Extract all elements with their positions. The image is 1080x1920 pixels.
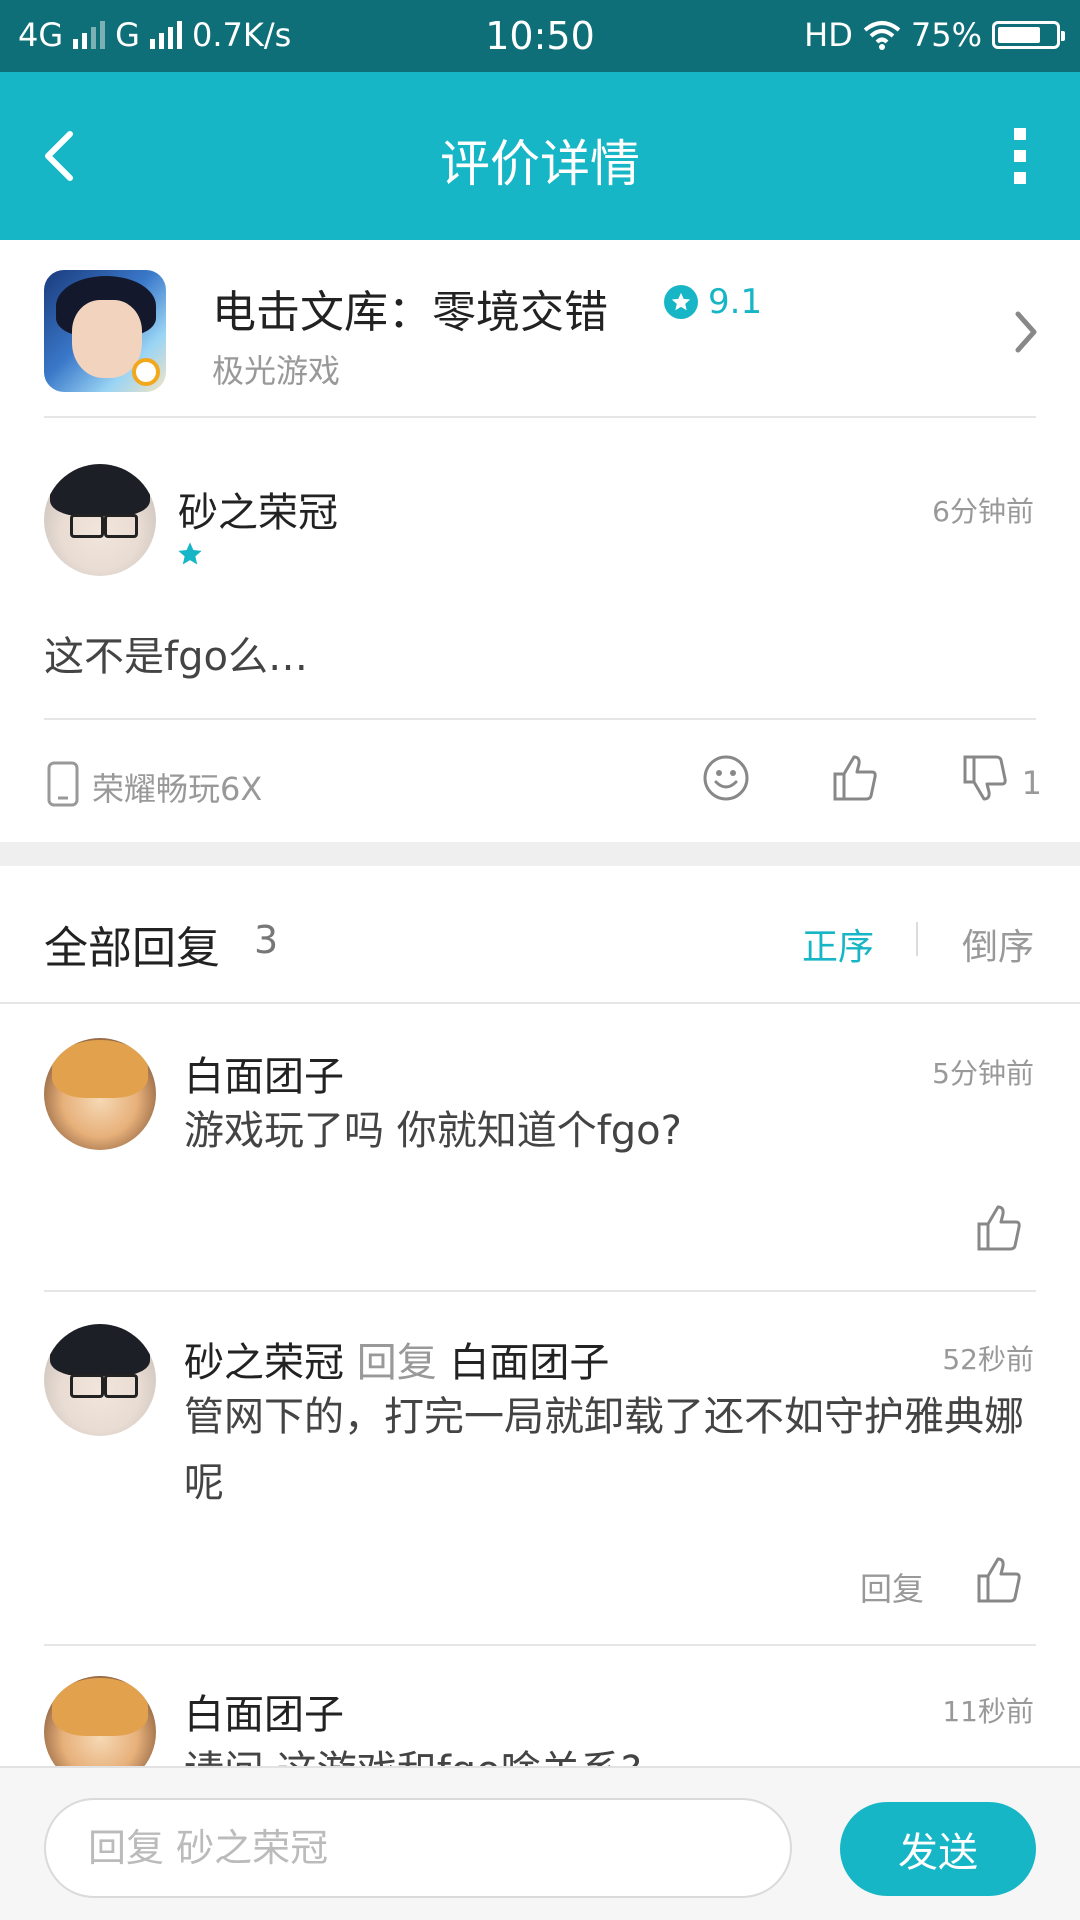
more-button[interactable] — [1008, 128, 1032, 184]
reply-time: 52秒前 — [942, 1343, 1034, 1376]
app-bar: 评价详情 — [0, 72, 1080, 240]
reply-author[interactable]: 砂之荣冠 — [184, 1340, 344, 1386]
review-time: 6分钟前 — [932, 495, 1034, 528]
battery-fill — [998, 27, 1040, 43]
avatar-hair — [50, 1324, 150, 1376]
review-body: 这不是fgo么… — [44, 634, 308, 680]
star-circle-icon — [664, 285, 698, 319]
review-author[interactable]: 砂之荣冠 — [178, 480, 338, 538]
reply-button[interactable]: 回复 — [860, 1564, 924, 1610]
thumbs-up-icon[interactable] — [832, 754, 878, 802]
battery-percent: 75% — [910, 16, 982, 54]
reply-time: 11秒前 — [942, 1695, 1034, 1728]
replies-title: 全部回复 — [44, 923, 220, 974]
hd-indicator: HD — [804, 16, 853, 54]
device-name: 荣耀畅玩6X — [92, 770, 263, 808]
phone-icon — [47, 761, 79, 807]
status-right: HD 75% — [804, 16, 1065, 54]
game-card[interactable]: 电击文库：零境交错 9.1 极光游戏 — [0, 240, 1080, 418]
game-score: 9.1 — [664, 282, 762, 322]
replies-header: 全部回复 3 正序 倒序 — [0, 866, 1080, 1002]
sort-descending-button[interactable]: 倒序 — [962, 918, 1034, 970]
sort-separator — [916, 922, 918, 956]
reply-author[interactable]: 白面团子 — [184, 1682, 344, 1740]
avatar[interactable] — [44, 1324, 156, 1436]
replies-count: 3 — [254, 918, 279, 962]
reply-time: 5分钟前 — [932, 1057, 1034, 1090]
page-title: 评价详情 — [440, 135, 640, 193]
avatar[interactable] — [44, 464, 156, 576]
section-gap — [0, 842, 1080, 866]
divider — [0, 1002, 1080, 1004]
reply-input[interactable] — [44, 1798, 792, 1898]
more-dot-icon — [1014, 128, 1026, 140]
glasses-icon — [70, 514, 104, 538]
reply-author[interactable]: 白面团子 — [184, 1044, 344, 1102]
reply-header: 砂之荣冠 回复 白面团子 — [184, 1330, 609, 1388]
reply-body: 游戏玩了吗 你就知道个fgo? — [184, 1108, 682, 1154]
thumbs-up-icon[interactable] — [976, 1556, 1022, 1604]
battery-icon — [992, 21, 1065, 49]
rating-star-icon — [178, 542, 202, 565]
star-icon — [671, 292, 691, 311]
avatar-hair — [52, 1040, 148, 1098]
publisher-badge-icon — [132, 358, 160, 386]
avatar[interactable] — [44, 1038, 156, 1150]
dislike-count: 1 — [1021, 764, 1042, 802]
reply-target[interactable]: 白面团子 — [449, 1340, 609, 1386]
chevron-right-icon — [1015, 311, 1037, 353]
review-footer: 荣耀畅玩6X 1 — [0, 726, 1080, 836]
divider — [44, 1644, 1036, 1646]
wifi-icon — [863, 21, 901, 50]
avatar-hair — [52, 1678, 148, 1736]
divider — [44, 718, 1036, 720]
game-score-value: 9.1 — [708, 282, 763, 322]
reply-body: 管网下的，打完一局就卸载了还不如守护雅典娜呢 — [184, 1394, 1024, 1506]
thumbs-up-icon[interactable] — [976, 1204, 1022, 1252]
more-dot-icon — [1014, 172, 1026, 184]
status-bar: 4G G 0.7K/s 10:50 HD 75% — [0, 0, 1080, 72]
emoji-icon[interactable] — [702, 754, 750, 802]
glasses-icon — [104, 514, 138, 538]
glasses-icon — [70, 1374, 104, 1398]
game-name: 电击文库：零境交错 — [212, 287, 608, 338]
glasses-icon — [104, 1374, 138, 1398]
game-icon-face — [72, 300, 142, 378]
thumbs-down-icon[interactable] — [962, 754, 1008, 802]
more-dot-icon — [1014, 150, 1026, 162]
reply-word: 回复 — [356, 1340, 437, 1386]
send-button[interactable]: 发送 — [840, 1802, 1036, 1896]
game-icon — [44, 270, 166, 392]
divider — [44, 1290, 1036, 1292]
sort-ascending-button[interactable]: 正序 — [802, 918, 874, 970]
avatar-hair — [50, 464, 150, 516]
reply-composer: 发送 — [0, 1766, 1080, 1920]
game-developer: 极光游戏 — [212, 352, 341, 390]
divider — [44, 416, 1036, 418]
